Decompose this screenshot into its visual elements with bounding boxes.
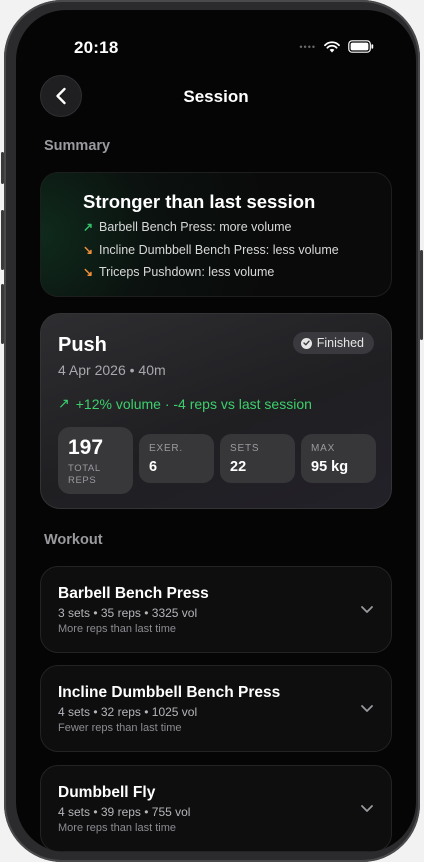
stat-max: MAX 95 kg bbox=[301, 434, 376, 483]
arrow-up-right-icon: ↗ bbox=[83, 220, 94, 234]
volume-down-button bbox=[1, 284, 4, 344]
stat-total-reps: 197 TOTAL REPS bbox=[58, 427, 133, 494]
exercise-note: More reps than last time bbox=[58, 623, 176, 635]
stat-max-value: 95 kg bbox=[311, 459, 349, 475]
chevron-down-icon[interactable] bbox=[360, 604, 374, 614]
arrow-up-right-icon: ↗ bbox=[58, 395, 70, 411]
screen: 20:18 •••• Session Summary Stronger than… bbox=[16, 10, 416, 852]
stat-max-label: MAX bbox=[311, 443, 336, 454]
summary-line-text: Barbell Bench Press: more volume bbox=[99, 220, 292, 234]
session-name: Push bbox=[58, 334, 107, 356]
status-icons: •••• bbox=[299, 40, 374, 53]
exercise-card[interactable]: Dumbbell Fly 4 sets • 39 reps • 755 vol … bbox=[40, 765, 392, 852]
summary-title: Stronger than last session bbox=[83, 191, 316, 212]
chevron-down-icon[interactable] bbox=[360, 703, 374, 713]
summary-line-text: Triceps Pushdown: less volume bbox=[99, 265, 275, 279]
chevron-down-icon[interactable] bbox=[360, 803, 374, 813]
exercise-meta: 4 sets • 39 reps • 755 vol bbox=[58, 805, 191, 819]
stat-total-reps-label: TOTAL REPS bbox=[68, 463, 101, 486]
summary-line: ↘ Incline Dumbbell Bench Press: less vol… bbox=[83, 243, 339, 257]
volume-up-button bbox=[1, 210, 4, 270]
wifi-icon bbox=[324, 40, 340, 52]
stat-exercises-value: 6 bbox=[149, 459, 158, 475]
battery-icon bbox=[348, 40, 374, 53]
cellular-icon: •••• bbox=[299, 41, 316, 52]
exercise-name: Incline Dumbbell Bench Press bbox=[58, 684, 281, 701]
exercise-meta: 4 sets • 32 reps • 1025 vol bbox=[58, 705, 198, 719]
exercise-meta: 3 sets • 35 reps • 3325 vol bbox=[58, 606, 198, 620]
stat-exercises-label: EXER. bbox=[149, 443, 184, 454]
exercise-card[interactable]: Incline Dumbbell Bench Press 4 sets • 32… bbox=[40, 665, 392, 752]
workout-section-label: Workout bbox=[44, 532, 103, 548]
session-delta-text: +12% volume · -4 reps vs last session bbox=[75, 395, 312, 412]
checkmark-icon bbox=[300, 337, 312, 349]
mute-switch bbox=[1, 152, 4, 184]
phone-frame: 20:18 •••• Session Summary Stronger than… bbox=[1, 0, 423, 862]
exercise-name: Barbell Bench Press bbox=[58, 585, 209, 602]
stat-total-reps-value: 197 bbox=[68, 436, 104, 459]
status-badge-label: Finished bbox=[316, 336, 364, 350]
summary-line: ↘ Triceps Pushdown: less volume bbox=[83, 265, 274, 279]
exercise-card[interactable]: Barbell Bench Press 3 sets • 35 reps • 3… bbox=[40, 566, 392, 653]
stat-sets-value: 22 bbox=[230, 459, 247, 475]
exercise-note: More reps than last time bbox=[58, 822, 176, 834]
page-title: Session bbox=[183, 87, 249, 106]
arrow-down-right-icon: ↘ bbox=[83, 243, 94, 257]
stat-sets-label: SETS bbox=[230, 443, 260, 454]
summary-section-label: Summary bbox=[44, 138, 111, 154]
power-button bbox=[420, 250, 423, 340]
arrow-down-right-icon: ↘ bbox=[83, 265, 94, 279]
status-badge: Finished bbox=[292, 332, 374, 354]
session-date: 4 Apr 2026 • 40m bbox=[58, 362, 166, 378]
status-time: 20:18 bbox=[74, 38, 119, 57]
summary-line: ↗ Barbell Bench Press: more volume bbox=[83, 220, 291, 234]
session-card: Push 4 Apr 2026 • 40m Finished ↗ +12% vo… bbox=[40, 313, 392, 509]
stat-exercises: EXER. 6 bbox=[139, 434, 214, 483]
session-delta: ↗ +12% volume · -4 reps vs last session bbox=[58, 395, 312, 412]
exercise-name: Dumbbell Fly bbox=[58, 784, 156, 801]
summary-card: Stronger than last session ↗ Barbell Ben… bbox=[40, 172, 392, 297]
summary-line-text: Incline Dumbbell Bench Press: less volum… bbox=[99, 243, 339, 257]
stat-sets: SETS 22 bbox=[220, 434, 295, 483]
exercise-note: Fewer reps than last time bbox=[58, 722, 182, 734]
